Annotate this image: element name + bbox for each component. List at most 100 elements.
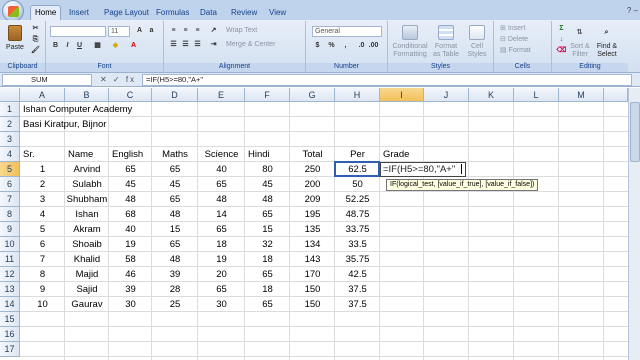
row-header-8[interactable]: 8	[0, 207, 20, 222]
align-left-icon[interactable]: ☰	[168, 40, 179, 50]
tab-page-layout[interactable]: Page Layout	[100, 6, 153, 20]
grow-font-icon[interactable]: A	[134, 26, 145, 36]
help-icon[interactable]: ? –	[627, 6, 638, 15]
autosum-icon[interactable]: Σ	[556, 24, 567, 34]
cell-english[interactable]: 48	[109, 192, 152, 207]
align-middle-icon[interactable]: ≡	[180, 26, 191, 36]
row-header-6[interactable]: 6	[0, 177, 20, 192]
font-size-combo[interactable]: 11	[108, 26, 130, 37]
header-science[interactable]: Science	[198, 147, 245, 162]
cell-per[interactable]: 37.5	[335, 282, 380, 297]
row-header-9[interactable]: 9	[0, 222, 20, 237]
cell-maths[interactable]: 65	[152, 162, 198, 177]
row-header-17[interactable]: 17	[0, 342, 20, 357]
cell-total[interactable]: 150	[290, 282, 335, 297]
cell-hindi[interactable]: 48	[245, 192, 290, 207]
shrink-font-icon[interactable]: a	[146, 26, 157, 36]
formula-bar-buttons[interactable]: ✕ ✓ fx	[100, 74, 136, 86]
cell-name[interactable]: Sulabh	[65, 177, 109, 192]
cell-total[interactable]: 170	[290, 267, 335, 282]
cell-sr[interactable]: 3	[20, 192, 65, 207]
bold-icon[interactable]: B	[50, 41, 61, 51]
cell-sr[interactable]: 2	[20, 177, 65, 192]
percent-icon[interactable]: %	[326, 41, 337, 51]
column-header-m[interactable]: M	[559, 88, 604, 102]
cell-maths[interactable]: 48	[152, 252, 198, 267]
font-name-combo[interactable]	[50, 26, 106, 37]
cell-science[interactable]: 18	[198, 237, 245, 252]
cell-sr[interactable]: 5	[20, 222, 65, 237]
cell-science[interactable]: 19	[198, 252, 245, 267]
cell-english[interactable]: 40	[109, 222, 152, 237]
cell-sr[interactable]: 6	[20, 237, 65, 252]
column-header-k[interactable]: K	[469, 88, 514, 102]
cell-maths[interactable]: 25	[152, 297, 198, 312]
title-address[interactable]: Basi Kiratpur, Bijnor	[20, 117, 180, 132]
column-header-f[interactable]: F	[245, 88, 290, 102]
cell-hindi[interactable]: 32	[245, 237, 290, 252]
cell-name[interactable]: Ishan	[65, 207, 109, 222]
cell-english[interactable]: 45	[109, 177, 152, 192]
comma-icon[interactable]: ,	[340, 41, 351, 51]
cell-english[interactable]: 65	[109, 162, 152, 177]
cell-name[interactable]: Majid	[65, 267, 109, 282]
cell-name[interactable]: Shubham	[65, 192, 109, 207]
cut-icon[interactable]: ✂	[30, 24, 41, 34]
cell-total[interactable]: 200	[290, 177, 335, 192]
row-header-3[interactable]: 3	[0, 132, 20, 147]
cell-science[interactable]: 30	[198, 297, 245, 312]
cell-sr[interactable]: 4	[20, 207, 65, 222]
tab-data[interactable]: Data	[196, 6, 221, 20]
number-format-combo[interactable]: General	[312, 26, 382, 37]
select-all-corner[interactable]	[0, 88, 20, 102]
cell-science[interactable]: 20	[198, 267, 245, 282]
column-header-i[interactable]: I	[380, 88, 424, 102]
cell-english[interactable]: 46	[109, 267, 152, 282]
cell-science[interactable]: 14	[198, 207, 245, 222]
header-total[interactable]: Total	[290, 147, 335, 162]
tab-formulas[interactable]: Formulas	[152, 6, 193, 20]
row-header-10[interactable]: 10	[0, 237, 20, 252]
row-header-15[interactable]: 15	[0, 312, 20, 327]
cell-english[interactable]: 58	[109, 252, 152, 267]
cell-maths[interactable]: 15	[152, 222, 198, 237]
cell-per[interactable]: 33.75	[335, 222, 380, 237]
cell-hindi[interactable]: 65	[245, 297, 290, 312]
italic-icon[interactable]: I	[62, 41, 73, 51]
column-header-b[interactable]: B	[65, 88, 109, 102]
header-sr[interactable]: Sr.	[20, 147, 65, 162]
cell-science[interactable]: 65	[198, 177, 245, 192]
row-header-12[interactable]: 12	[0, 267, 20, 282]
cell-name[interactable]: Khalid	[65, 252, 109, 267]
copy-icon[interactable]: ⎘	[30, 35, 41, 45]
font-color-icon[interactable]: A	[128, 41, 139, 51]
cell-per[interactable]: 37.5	[335, 297, 380, 312]
clear-icon[interactable]: ⌫	[556, 46, 567, 56]
cell-english[interactable]: 30	[109, 297, 152, 312]
decrease-decimal-icon[interactable]: .00	[368, 41, 379, 51]
row-header-5[interactable]: 5	[0, 162, 20, 177]
cell-total[interactable]: 134	[290, 237, 335, 252]
cell-per[interactable]: 50	[335, 177, 380, 192]
cell-sr[interactable]: 10	[20, 297, 65, 312]
header-grade[interactable]: Grade	[380, 147, 424, 162]
column-header-a[interactable]: A	[20, 88, 65, 102]
row-header-2[interactable]: 2	[0, 117, 20, 132]
header-english[interactable]: English	[109, 147, 152, 162]
cell-hindi[interactable]: 45	[245, 177, 290, 192]
underline-icon[interactable]: U	[74, 41, 85, 51]
row-header-1[interactable]: 1	[0, 102, 20, 117]
cell-hindi[interactable]: 18	[245, 252, 290, 267]
cell-maths[interactable]: 28	[152, 282, 198, 297]
cell-sr[interactable]: 9	[20, 282, 65, 297]
cell-styles-button[interactable]: Cell Styles	[464, 43, 490, 59]
office-button[interactable]	[2, 0, 24, 22]
cell-total[interactable]: 135	[290, 222, 335, 237]
indent-icon[interactable]: ⇥	[208, 40, 219, 50]
cell-total[interactable]: 150	[290, 297, 335, 312]
cell-science[interactable]: 48	[198, 192, 245, 207]
cell-sr[interactable]: 7	[20, 252, 65, 267]
cell-sr[interactable]: 8	[20, 267, 65, 282]
title-academy[interactable]: Ishan Computer Academy	[20, 102, 180, 117]
cell-per[interactable]: 48.75	[335, 207, 380, 222]
